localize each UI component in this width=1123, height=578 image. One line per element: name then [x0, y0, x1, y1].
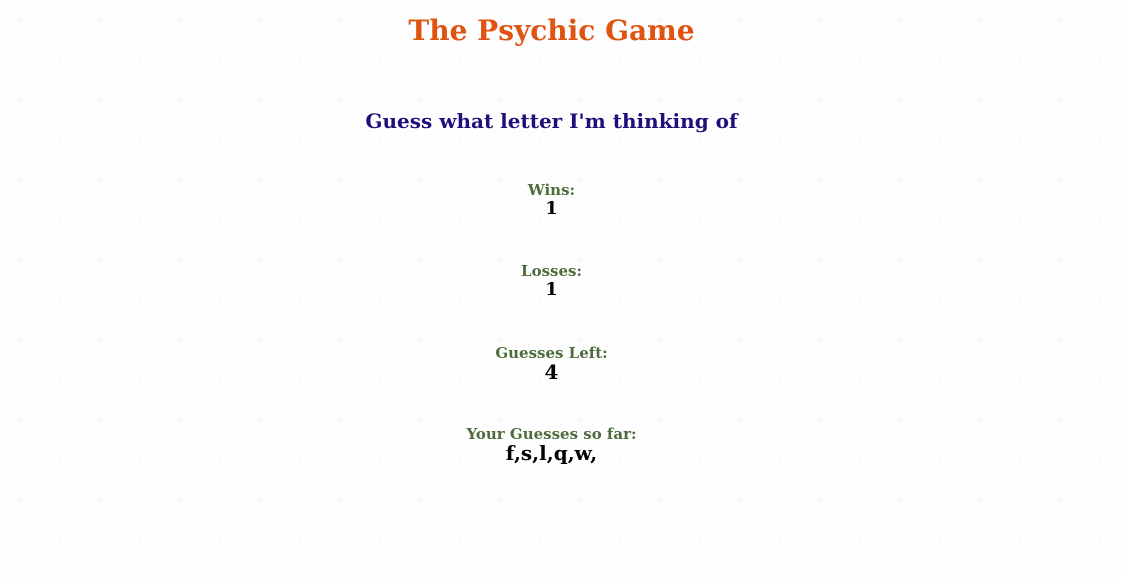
wins-stat: Wins: 1	[0, 181, 1103, 219]
guesses-left-stat: Guesses Left: 4	[0, 344, 1103, 382]
guesses-so-far-stat: Your Guesses so far: f,s,l,q,w,	[0, 425, 1103, 463]
game-instructions: Guess what letter I'm thinking of	[365, 109, 738, 133]
losses-value: 1	[545, 279, 558, 300]
game-page: { "game": { "title": "The Psychic Game",…	[0, 0, 1123, 578]
guesses-left-value: 4	[544, 360, 559, 384]
wins-value: 1	[545, 198, 558, 219]
wins-label: Wins:	[527, 181, 576, 199]
guesses-so-far-value: f,s,l,q,w,	[505, 441, 598, 465]
page-title: The Psychic Game	[408, 14, 695, 47]
losses-label: Losses:	[521, 262, 582, 280]
losses-stat: Losses: 1	[0, 262, 1103, 300]
